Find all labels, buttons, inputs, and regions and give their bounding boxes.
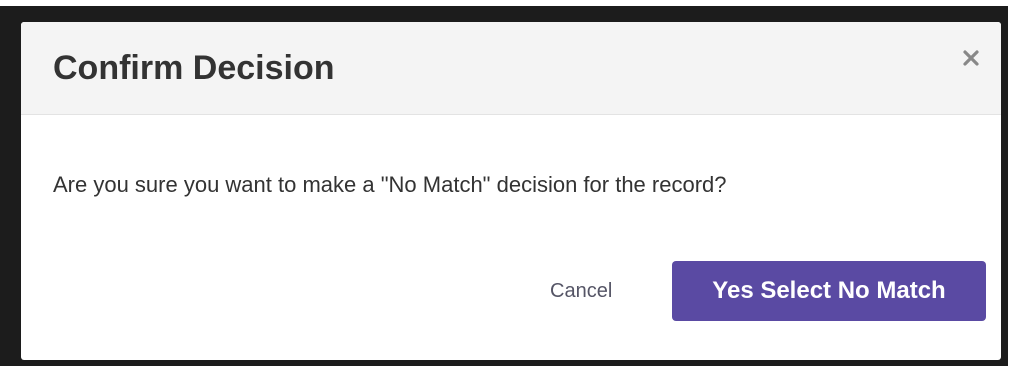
dialog-header: Confirm Decision [21, 22, 1001, 115]
yes-select-no-match-button[interactable]: Yes Select No Match [672, 261, 986, 321]
close-icon [963, 50, 979, 66]
confirm-decision-dialog: Confirm Decision Are you sure you want t… [21, 22, 1001, 360]
dialog-message: Are you sure you want to make a "No Matc… [53, 172, 727, 197]
cancel-button[interactable]: Cancel [550, 274, 612, 308]
close-button[interactable] [959, 46, 983, 70]
dialog-title: Confirm Decision [53, 49, 335, 87]
